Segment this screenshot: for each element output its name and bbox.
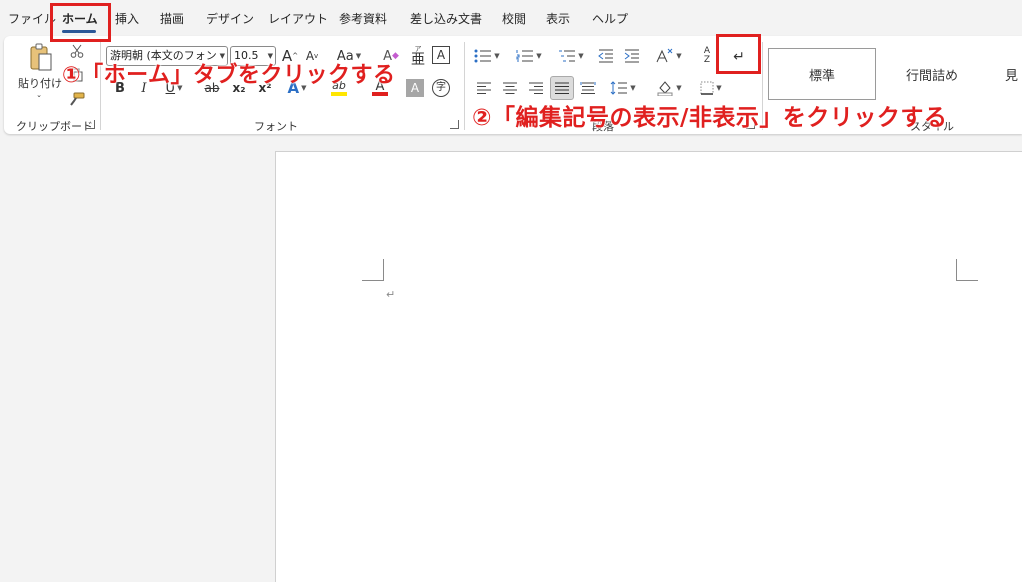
group-separator (464, 42, 465, 130)
style-no-spacing[interactable]: 行間詰め (878, 48, 986, 100)
tab-draw[interactable]: 描画 (160, 11, 184, 27)
enclose-characters-icon[interactable]: 字 (432, 79, 450, 97)
line-spacing-icon[interactable]: ▼ (606, 78, 640, 98)
tab-insert[interactable]: 挿入 (115, 11, 139, 27)
highlight-box-edit-marks (716, 34, 761, 74)
tab-layout[interactable]: レイアウト (268, 11, 328, 27)
highlight-color-swatch (331, 92, 347, 96)
style-standard[interactable]: 標準 (768, 48, 876, 100)
tab-help[interactable]: ヘルプ (592, 11, 628, 27)
justify-icon[interactable] (550, 76, 574, 100)
tab-file[interactable]: ファイル (8, 11, 56, 27)
font-color-swatch (372, 92, 388, 96)
tab-view[interactable]: 表示 (546, 11, 570, 27)
distributed-icon[interactable] (578, 78, 598, 98)
decrease-indent-icon[interactable] (596, 46, 616, 66)
phonetic-guide-icon[interactable]: ア亜 (408, 44, 428, 68)
bullets-icon[interactable]: ▼ (470, 46, 504, 66)
increase-indent-icon[interactable] (622, 46, 642, 66)
tab-mailings[interactable]: 差し込み文書 (410, 11, 482, 27)
align-right-icon[interactable] (526, 78, 546, 98)
tab-design[interactable]: デザイン (206, 11, 254, 27)
align-left-icon[interactable] (474, 78, 494, 98)
tab-references[interactable]: 参考資料 (339, 11, 387, 27)
borders-icon[interactable]: ▼ (694, 78, 728, 98)
format-painter-icon[interactable] (68, 90, 86, 108)
tab-review[interactable]: 校閲 (502, 11, 526, 27)
paste-icon[interactable] (24, 42, 58, 74)
sort-icon[interactable]: A Z (696, 44, 718, 68)
font-group-label: フォント (254, 120, 298, 133)
margin-corner-mark-right (956, 259, 978, 281)
ribbon-tab-bar: ファイル ホーム 挿入 描画 デザイン レイアウト 参考資料 差し込み文書 校閲… (0, 0, 1022, 36)
document-canvas: ↵ (0, 134, 1022, 582)
clipboard-group-label: クリップボード (16, 120, 93, 133)
document-page[interactable]: ↵ (275, 151, 1022, 582)
margin-corner-mark-left (362, 259, 384, 281)
annotation-step1: ①「ホーム」タブをクリックする (62, 63, 396, 88)
character-border-icon[interactable]: A (432, 46, 450, 64)
multilevel-list-icon[interactable]: ▼ (554, 46, 588, 66)
annotation-step2: ②「編集記号の表示/非表示」をクリックする (472, 105, 948, 131)
highlight-box-home-tab (50, 3, 111, 42)
asian-layout-icon[interactable]: ▼ (650, 46, 686, 66)
numbering-icon[interactable]: ▼ (512, 46, 546, 66)
style-heading-partial[interactable]: 見 (988, 48, 1022, 100)
paste-button-label[interactable]: 貼り付け (18, 76, 62, 90)
shading-icon[interactable]: ▼ (652, 78, 686, 98)
character-shading-icon[interactable]: A (406, 79, 424, 97)
align-center-icon[interactable] (500, 78, 520, 98)
paragraph-mark: ↵ (386, 288, 396, 301)
paste-dropdown-chevron-icon[interactable]: ⌄ (34, 91, 44, 99)
clipboard-dialog-launcher-icon[interactable] (86, 120, 95, 129)
font-dialog-launcher-icon[interactable] (450, 120, 459, 129)
